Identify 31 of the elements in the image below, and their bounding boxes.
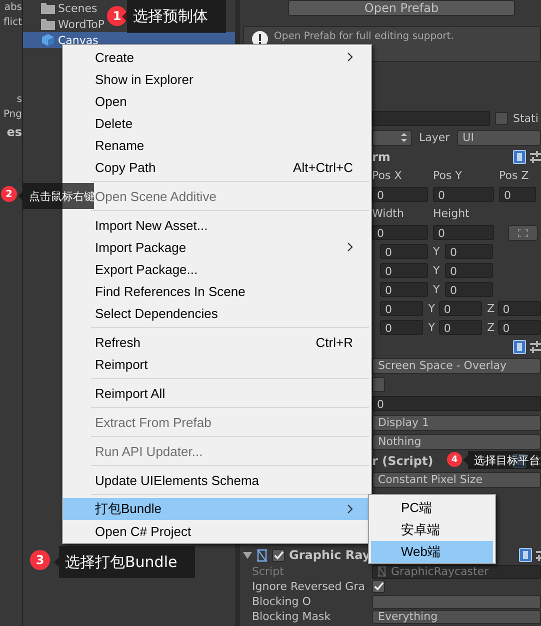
axis-label: Y: [433, 245, 441, 258]
axis-label: Y: [428, 302, 436, 315]
step-tooltip: 选择打包Bundle: [54, 546, 195, 578]
property-label: Script: [252, 565, 285, 578]
axis-label: Z: [487, 321, 496, 334]
axis-label: Z: [487, 302, 496, 315]
field-label: Height: [433, 207, 470, 220]
component-title: Graphic Ray: [289, 548, 370, 562]
step-tooltip: 选择目标平台: [463, 451, 541, 469]
axis-label: Y: [433, 283, 441, 296]
component-title: rm: [372, 150, 390, 164]
field-label: Pos Y: [433, 169, 463, 182]
step-number-tooltip: 3: [30, 550, 50, 570]
step-number-tooltip: 4: [447, 452, 462, 467]
step-tooltip: 点击鼠标右键: [18, 183, 94, 209]
step-number-tooltip: 2: [1, 186, 17, 202]
static-label: Stati: [513, 112, 538, 125]
step-number-tooltip: 1: [107, 6, 127, 26]
info-text: Open Prefab for full editing support.: [274, 31, 454, 42]
property-label: Blocking O: [252, 595, 312, 608]
component-title: r (Script): [372, 454, 434, 468]
layer-label: Layer: [419, 131, 450, 144]
script-field: GraphicRaycaster: [372, 564, 541, 578]
field-label: Pos X: [372, 169, 403, 182]
field-label: Width: [372, 207, 405, 220]
field-label: Pos Z: [499, 169, 530, 182]
axis-label: Y: [428, 321, 436, 334]
axis-label: Y: [433, 264, 441, 277]
property-label: Ignore Reversed Gra: [252, 580, 366, 593]
property-label: Blocking Mask: [252, 610, 332, 623]
step-tooltip: 选择预制体: [122, 0, 226, 33]
